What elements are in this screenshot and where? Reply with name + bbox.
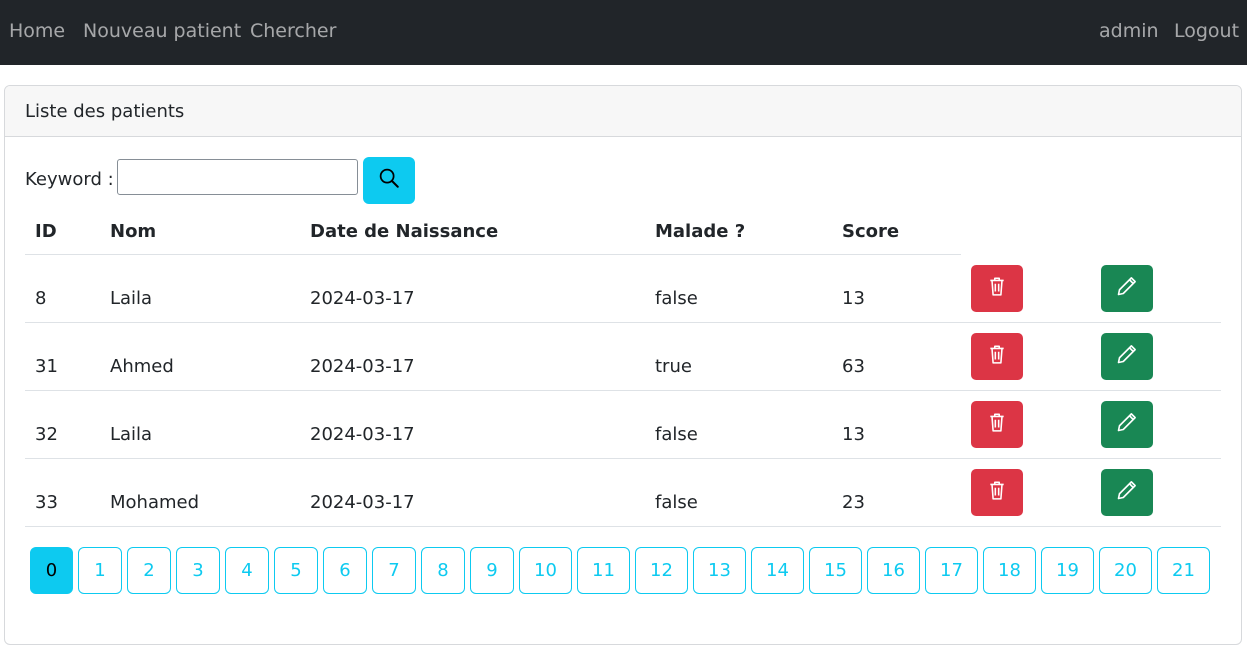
search-button[interactable] bbox=[363, 157, 415, 204]
page-button-18[interactable]: 18 bbox=[983, 547, 1036, 594]
cell-id: 33 bbox=[35, 492, 58, 513]
page-button-4[interactable]: 4 bbox=[225, 547, 269, 594]
cell-nom: Mohamed bbox=[110, 492, 200, 513]
trash-icon bbox=[988, 344, 1006, 369]
header-malade: Malade ? bbox=[655, 221, 746, 242]
cell-nom: Laila bbox=[110, 424, 153, 445]
page-button-0[interactable]: 0 bbox=[30, 547, 73, 594]
cell-malade: true bbox=[655, 356, 692, 377]
keyword-label: Keyword : bbox=[25, 169, 114, 190]
page-button-3[interactable]: 3 bbox=[176, 547, 220, 594]
trash-icon bbox=[988, 276, 1006, 301]
delete-button[interactable] bbox=[971, 265, 1023, 312]
cell-date: 2024-03-17 bbox=[310, 492, 415, 513]
page-button-6[interactable]: 6 bbox=[323, 547, 367, 594]
header-score: Score bbox=[842, 221, 900, 242]
page-button-9[interactable]: 9 bbox=[470, 547, 514, 594]
page-button-14[interactable]: 14 bbox=[751, 547, 804, 594]
nav-link-home[interactable]: Home bbox=[9, 20, 65, 42]
page-button-10[interactable]: 10 bbox=[519, 547, 572, 594]
cell-date: 2024-03-17 bbox=[310, 424, 415, 445]
table-row: 33 Mohamed 2024-03-17 false 23 bbox=[25, 459, 1221, 527]
cell-score: 13 bbox=[842, 288, 865, 309]
table-row: 32 Laila 2024-03-17 false 13 bbox=[25, 391, 1221, 459]
edit-button[interactable] bbox=[1101, 333, 1153, 380]
nav-link-user[interactable]: admin bbox=[1099, 20, 1159, 42]
cell-id: 31 bbox=[35, 356, 58, 377]
cell-id: 32 bbox=[35, 424, 58, 445]
delete-button[interactable] bbox=[971, 469, 1023, 516]
card-title: Liste des patients bbox=[5, 86, 1241, 137]
page-button-13[interactable]: 13 bbox=[693, 547, 746, 594]
pencil-icon bbox=[1117, 480, 1137, 505]
cell-malade: false bbox=[655, 424, 698, 445]
cell-nom: Laila bbox=[110, 288, 153, 309]
delete-button[interactable] bbox=[971, 333, 1023, 380]
page-button-20[interactable]: 20 bbox=[1099, 547, 1152, 594]
header-date-naissance: Date de Naissance bbox=[310, 221, 499, 242]
cell-malade: false bbox=[655, 492, 698, 513]
page-button-15[interactable]: 15 bbox=[809, 547, 862, 594]
trash-icon bbox=[988, 412, 1006, 437]
page-button-17[interactable]: 17 bbox=[925, 547, 978, 594]
search-icon bbox=[379, 168, 399, 193]
edit-button[interactable] bbox=[1101, 265, 1153, 312]
pencil-icon bbox=[1117, 344, 1137, 369]
edit-button[interactable] bbox=[1101, 469, 1153, 516]
page-button-12[interactable]: 12 bbox=[635, 547, 688, 594]
page-button-1[interactable]: 1 bbox=[78, 547, 122, 594]
keyword-input[interactable] bbox=[117, 159, 358, 195]
table-row: 8 Laila 2024-03-17 false 13 bbox=[25, 255, 1221, 323]
page-button-21[interactable]: 21 bbox=[1157, 547, 1210, 594]
cell-score: 13 bbox=[842, 424, 865, 445]
table-row: 31 Ahmed 2024-03-17 true 63 bbox=[25, 323, 1221, 391]
cell-score: 63 bbox=[842, 356, 865, 377]
pencil-icon bbox=[1117, 276, 1137, 301]
page-button-5[interactable]: 5 bbox=[274, 547, 318, 594]
cell-id: 8 bbox=[35, 288, 47, 309]
page-button-19[interactable]: 19 bbox=[1041, 547, 1094, 594]
header-id: ID bbox=[35, 221, 57, 242]
page-button-8[interactable]: 8 bbox=[421, 547, 465, 594]
delete-button[interactable] bbox=[971, 401, 1023, 448]
cell-malade: false bbox=[655, 288, 698, 309]
trash-icon bbox=[988, 480, 1006, 505]
page-button-16[interactable]: 16 bbox=[867, 547, 920, 594]
page-button-11[interactable]: 11 bbox=[577, 547, 630, 594]
pencil-icon bbox=[1117, 412, 1137, 437]
cell-score: 23 bbox=[842, 492, 865, 513]
nav-link-search[interactable]: Chercher bbox=[250, 20, 336, 42]
header-nom: Nom bbox=[110, 221, 157, 242]
page-button-2[interactable]: 2 bbox=[127, 547, 171, 594]
cell-date: 2024-03-17 bbox=[310, 356, 415, 377]
nav-link-logout[interactable]: Logout bbox=[1174, 20, 1239, 42]
cell-date: 2024-03-17 bbox=[310, 288, 415, 309]
page-button-7[interactable]: 7 bbox=[372, 547, 416, 594]
edit-button[interactable] bbox=[1101, 401, 1153, 448]
nav-link-new-patient[interactable]: Nouveau patient bbox=[83, 20, 241, 42]
cell-nom: Ahmed bbox=[110, 356, 174, 377]
navbar: Home Nouveau patient Chercher admin Logo… bbox=[0, 0, 1247, 65]
